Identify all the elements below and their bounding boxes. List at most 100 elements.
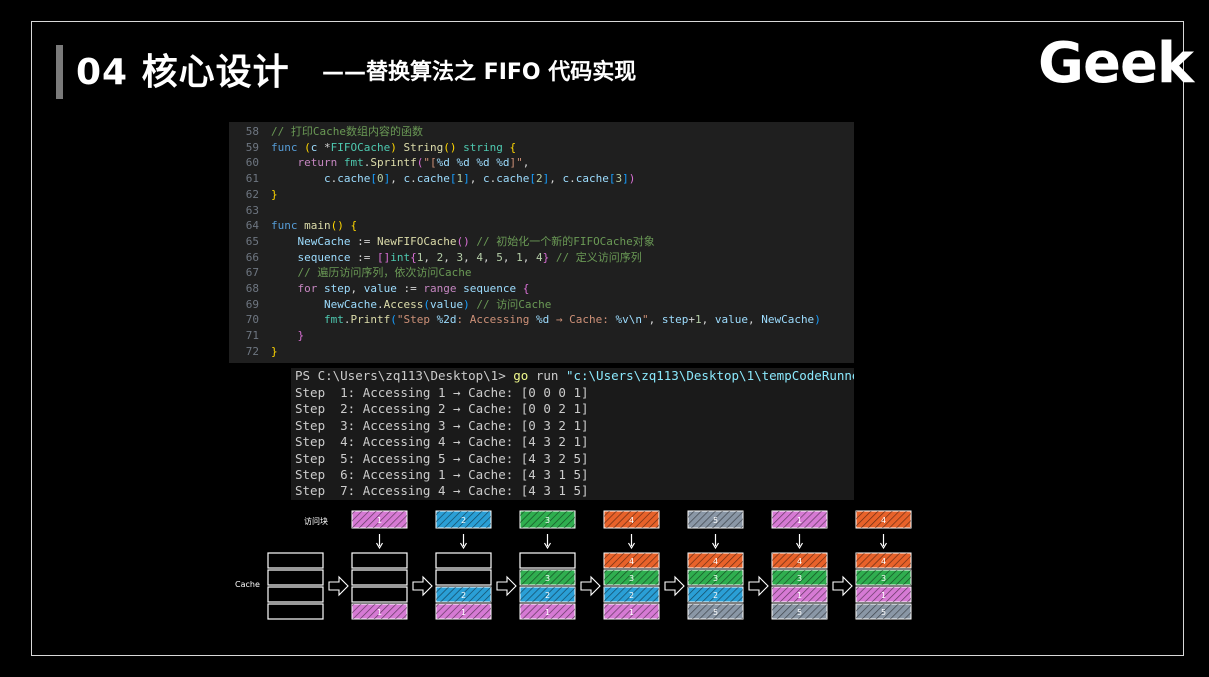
line-number: 70 [245, 313, 259, 327]
terminal-panel[interactable]: PS C:\Users\zq113\Desktop\1> go run "c:\… [291, 368, 854, 500]
code-token: string [463, 140, 510, 154]
code-token: : Accessing [456, 313, 536, 327]
code-token: for [271, 282, 324, 295]
cache-slot-label: 4 [881, 557, 886, 566]
code-line: 69 NewCache.Access(value) // 访问Cache [229, 297, 552, 313]
line-number: 60 [245, 156, 259, 170]
code-editor[interactable]: 58// 打印Cache数组内容的函数 59 func (c *FIFOCache)… [229, 122, 854, 363]
code-token: // 访问Cache [476, 297, 552, 311]
code-token: "Step [396, 313, 437, 327]
cache-slot-empty [351, 569, 408, 586]
line-number: 71 [245, 329, 259, 343]
cache-slot-empty [435, 552, 492, 569]
code-line: 65 NewCache := NewFIFOCache() // 初始化一个新的… [229, 234, 655, 250]
line-number: 67 [245, 266, 259, 280]
right-arrow [664, 575, 685, 597]
cache-slot-empty [435, 569, 492, 586]
code-token: , [648, 313, 662, 327]
code-line: 61 c.cache[0], c.cache[1], c.cache[2], c… [229, 171, 636, 187]
code-token: cache [337, 172, 371, 186]
cache-slot-label: 5 [797, 608, 802, 617]
code-token: , [747, 313, 762, 327]
code-token: , [502, 250, 517, 264]
code-token: // 初始化一个新的FIFOCache对象 [476, 234, 655, 248]
cache-slot-label: 2 [461, 591, 466, 600]
code-token: sequence [463, 282, 523, 295]
access-label: 访问块 [304, 516, 328, 526]
cache-slot-empty [351, 586, 408, 603]
line-number: 69 [245, 297, 259, 311]
code-token: fmt [271, 313, 344, 327]
cache-slot-empty [351, 552, 408, 569]
code-token: 1 [516, 250, 523, 264]
code-token: , [469, 172, 483, 186]
code-line: 60 return fmt.Sprintf("[%d %d %d %d]", [229, 155, 530, 171]
access-block-label: 1 [797, 516, 802, 525]
code-token: value [429, 297, 464, 311]
terminal-command-arg: run [528, 368, 566, 383]
code-token: [ [529, 172, 536, 186]
terminal-output-line: Step 2: Accessing 2 → Cache: [0 0 2 1] [295, 401, 589, 417]
code-token: , [390, 172, 404, 186]
code-token: ] [622, 172, 629, 186]
cache-slot-label: 4 [713, 557, 718, 566]
code-token: { [350, 219, 358, 233]
code-token: . [569, 172, 576, 186]
code-token: Sprintf [370, 156, 417, 170]
code-token: cache [416, 172, 450, 186]
code-token: step [323, 282, 351, 295]
cache-slot-label: 1 [461, 608, 466, 617]
code-token: %2d [436, 313, 457, 327]
cache-slot-label: 2 [545, 591, 550, 600]
code-token: , [482, 250, 497, 264]
code-token: , [549, 172, 563, 186]
code-token: // 遍历访问序列，依次访问Cache [271, 266, 472, 280]
cache-slot-label: 4 [797, 557, 802, 566]
right-arrow [832, 575, 853, 597]
line-number: 62 [245, 187, 259, 201]
code-token: { [509, 140, 517, 154]
code-token: ]" [509, 156, 523, 170]
code-token: + [688, 313, 695, 327]
code-token: ( [304, 140, 311, 154]
right-arrow [328, 575, 349, 597]
access-block-label: 5 [713, 516, 718, 525]
code-token: ) [390, 140, 397, 154]
access-block-label: 3 [545, 516, 550, 525]
line-number: 65 [245, 234, 259, 248]
code-token: 0 [376, 172, 384, 186]
code-token: func [271, 219, 305, 233]
code-token: cache [496, 172, 530, 186]
code-token: NewCache [761, 313, 815, 327]
code-token: := [357, 250, 377, 264]
code-token: ) [463, 297, 477, 311]
right-arrow [748, 575, 769, 597]
cache-slot-label: 3 [629, 574, 634, 583]
code-token: → Cache: [549, 313, 616, 327]
code-token: step [661, 313, 689, 327]
cache-slot-label: 1 [629, 608, 634, 617]
code-token: := [403, 282, 424, 295]
cache-slot-empty [519, 552, 576, 569]
code-token: int [390, 250, 411, 264]
code-line: 62} [229, 187, 278, 203]
cache-slot-label: 4 [629, 557, 634, 566]
cache-slot-label: 3 [881, 574, 886, 583]
code-token: { [410, 250, 417, 264]
title-accent-bar [56, 45, 63, 99]
line-number: 68 [245, 282, 259, 295]
code-token: range [423, 282, 464, 295]
geek-logo: Geek [1038, 31, 1194, 96]
cache-slot-label: 1 [545, 608, 550, 617]
code-token: c [271, 172, 331, 186]
section-number: 04 [76, 52, 129, 93]
fifo-diagram: 访问块 Cache 1 1 2 2 1 3 3 2 1 4 4 3 2 1 5 4 3 2 5 1 4 3 1 5 4 4 3 1 5 [235, 510, 912, 620]
terminal-output-line: Step 4: Accessing 4 → Cache: [4 3 2 1] [295, 434, 589, 450]
terminal-output-line: Step 1: Accessing 1 → Cache: [0 0 0 1] [295, 385, 589, 400]
code-token: // 定义访问序列 [555, 250, 642, 264]
code-token: ( [423, 297, 430, 311]
cache-slot-label: 1 [377, 608, 382, 617]
code-token: " [641, 313, 649, 327]
code-line: 63 [229, 203, 271, 219]
code-token: ( [390, 313, 397, 327]
